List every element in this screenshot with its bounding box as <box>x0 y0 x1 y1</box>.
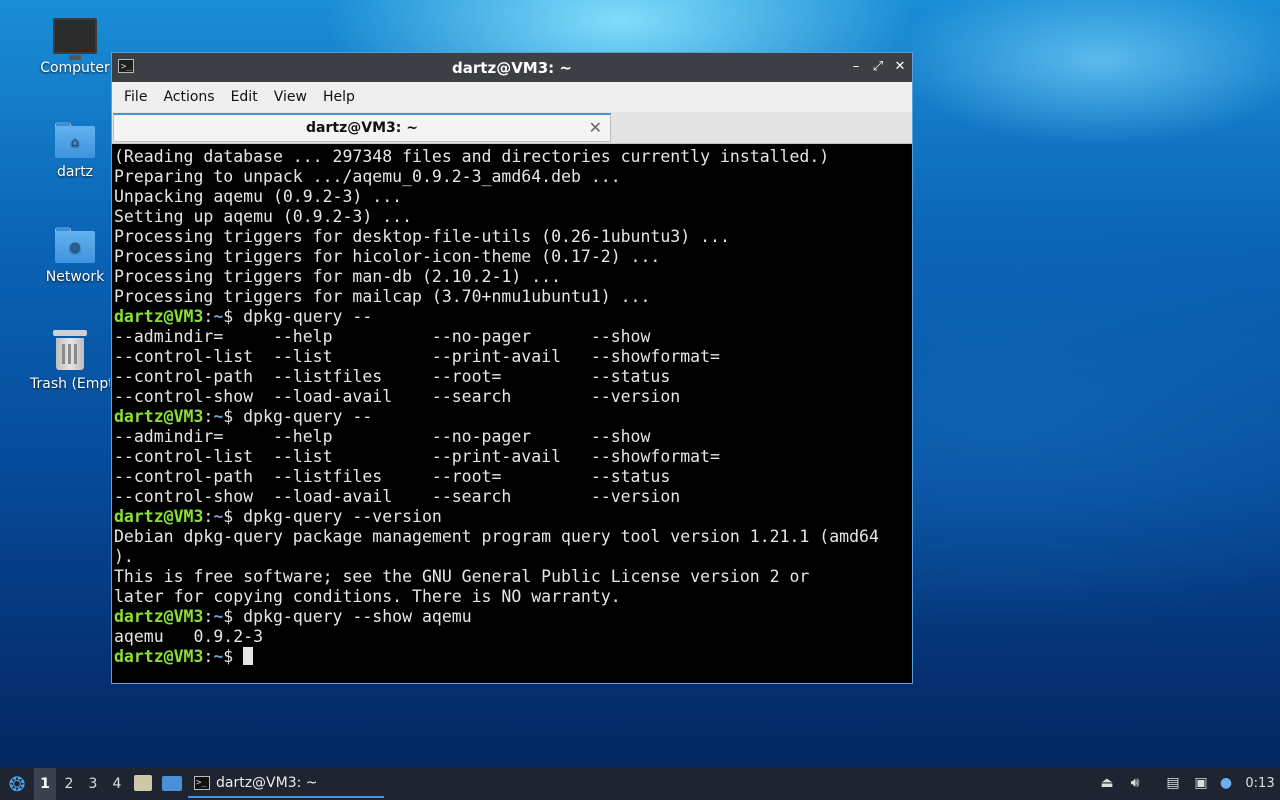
terminal-prompt-line: dartz@VM3:~$ dpkg-query --show aqemu <box>114 607 472 626</box>
minimize-button[interactable]: – <box>848 58 864 76</box>
eject-icon[interactable]: ⏏ <box>1098 774 1116 792</box>
terminal-output-line: Debian dpkg-query package management pro… <box>114 527 879 546</box>
desktop-icon-network[interactable]: ◍ Network <box>30 227 120 285</box>
trash-icon <box>53 330 87 370</box>
terminal-prompt-line: dartz@VM3:~$ dpkg-query --version <box>114 507 442 526</box>
home-folder-icon: ⌂ <box>55 122 95 158</box>
close-button[interactable]: ✕ <box>892 58 908 76</box>
terminal-output-line: --admindir= --help --no-pager --show <box>114 327 651 346</box>
start-menu-button[interactable]: ❂ <box>4 768 30 800</box>
workspace-1[interactable]: 1 <box>34 768 56 800</box>
terminal-output-line: Processing triggers for hicolor-icon-the… <box>114 247 661 266</box>
prompt-path: ~ <box>213 507 224 526</box>
desktop-icon-label: Trash (Empty) <box>30 376 110 392</box>
terminal-prompt-line: dartz@VM3:~$ dpkg-query -- <box>114 307 373 326</box>
clock[interactable]: 0:13 <box>1242 768 1278 800</box>
terminal-prompt-line: dartz@VM3:~$ dpkg-query -- <box>114 407 373 426</box>
prompt-user: dartz@VM3 <box>114 607 204 626</box>
workspace-3[interactable]: 3 <box>82 768 104 800</box>
terminal-output-line: Processing triggers for desktop-file-uti… <box>114 227 730 246</box>
show-desktop-icon[interactable] <box>162 768 184 800</box>
tab-close-icon[interactable]: ✕ <box>589 118 602 137</box>
network-folder-icon: ◍ <box>55 227 95 263</box>
command-text: dpkg-query -- <box>233 407 373 426</box>
menu-edit[interactable]: Edit <box>223 89 266 105</box>
terminal-output-line: Setting up aqemu (0.9.2-3) ... <box>114 207 413 226</box>
window-titlebar[interactable]: >_ dartz@VM3: ~ – ⤢ ✕ <box>112 53 912 82</box>
menu-file[interactable]: File <box>116 89 155 105</box>
prompt-user: dartz@VM3 <box>114 307 204 326</box>
command-text: dpkg-query --version <box>233 507 442 526</box>
desktop-icon-label: Network <box>45 269 105 285</box>
terminal-output-line: later for copying conditions. There is N… <box>114 587 621 606</box>
command-text: dpkg-query -- <box>233 307 373 326</box>
prompt-user: dartz@VM3 <box>114 407 204 426</box>
terminal-output-line: Processing triggers for mailcap (3.70+nm… <box>114 287 651 306</box>
taskbar: ❂ 1 2 3 4 >_ dartz@VM3: ~ ⏏ 🔊︎ ▤ ▣ ● 0:1… <box>0 768 1280 800</box>
prompt-user: dartz@VM3 <box>114 507 204 526</box>
computer-icon <box>53 18 97 60</box>
terminal-output-line: This is free software; see the GNU Gener… <box>114 567 810 586</box>
prompt-path: ~ <box>213 307 224 326</box>
update-notifier-icon[interactable]: ● <box>1217 774 1235 792</box>
text-cursor <box>243 647 254 665</box>
terminal-output-line: --control-show --load-avail --search --v… <box>114 487 681 506</box>
task-label: dartz@VM3: ~ <box>216 775 318 791</box>
terminal-icon: >_ <box>194 776 210 790</box>
menu-actions[interactable]: Actions <box>155 89 222 105</box>
terminal-output-line: --control-path --listfiles --root= --sta… <box>114 467 671 486</box>
menu-view[interactable]: View <box>266 89 315 105</box>
terminal-output-line: --control-path --listfiles --root= --sta… <box>114 367 671 386</box>
terminal-output[interactable]: (Reading database ... 297348 files and d… <box>114 147 910 681</box>
volume-icon[interactable]: 🔊︎ <box>1126 774 1144 792</box>
terminal-output-line: Processing triggers for man-db (2.10.2-1… <box>114 267 562 286</box>
prompt-path: ~ <box>213 647 224 666</box>
desktop-icon-home[interactable]: ⌂ dartz <box>30 122 120 180</box>
window-title: dartz@VM3: ~ <box>452 59 572 77</box>
workspace-2[interactable]: 2 <box>58 768 80 800</box>
terminal-output-line: --admindir= --help --no-pager --show <box>114 427 651 446</box>
terminal-output-line: Unpacking aqemu (0.9.2-3) ... <box>114 187 403 206</box>
desktop-icon-label: dartz <box>56 164 94 180</box>
terminal-output-line: ). <box>114 547 134 566</box>
terminal-output-line: Preparing to unpack .../aqemu_0.9.2-3_am… <box>114 167 621 186</box>
prompt-path: ~ <box>213 607 224 626</box>
terminal-prompt-line: dartz@VM3:~$ <box>114 647 910 667</box>
workspace-4[interactable]: 4 <box>106 768 128 800</box>
menubar: File Actions Edit View Help <box>112 82 912 112</box>
clipboard-icon[interactable]: ▤ <box>1164 774 1182 792</box>
command-text: dpkg-query --show aqemu <box>233 607 472 626</box>
tab-terminal[interactable]: dartz@VM3: ~ ✕ <box>113 113 611 142</box>
file-manager-icon[interactable] <box>134 768 154 800</box>
tab-label: dartz@VM3: ~ <box>306 120 418 136</box>
prompt-input <box>233 647 243 666</box>
desktop-icon-label: Computer <box>40 60 110 76</box>
network-icon[interactable]: ▣ <box>1192 774 1210 792</box>
prompt-path: ~ <box>213 407 224 426</box>
terminal-window: >_ dartz@VM3: ~ – ⤢ ✕ File Actions Edit … <box>111 52 913 684</box>
maximize-button[interactable]: ⤢ <box>870 58 886 76</box>
terminal-output-line: (Reading database ... 297348 files and d… <box>114 147 830 166</box>
terminal-output-line: --control-show --load-avail --search --v… <box>114 387 681 406</box>
terminal-output-line: --control-list --list --print-avail --sh… <box>114 447 720 466</box>
desktop-icon-trash[interactable]: Trash (Empty) <box>30 330 110 392</box>
menu-help[interactable]: Help <box>315 89 363 105</box>
desktop-icon-computer[interactable]: Computer <box>30 18 120 76</box>
terminal-output-line: --control-list --list --print-avail --sh… <box>114 347 720 366</box>
tab-bar: dartz@VM3: ~ ✕ <box>112 112 912 144</box>
terminal-output-line: aqemu 0.9.2-3 <box>114 627 264 646</box>
prompt-user: dartz@VM3 <box>114 647 204 666</box>
taskbar-task-terminal[interactable]: >_ dartz@VM3: ~ <box>188 770 384 798</box>
